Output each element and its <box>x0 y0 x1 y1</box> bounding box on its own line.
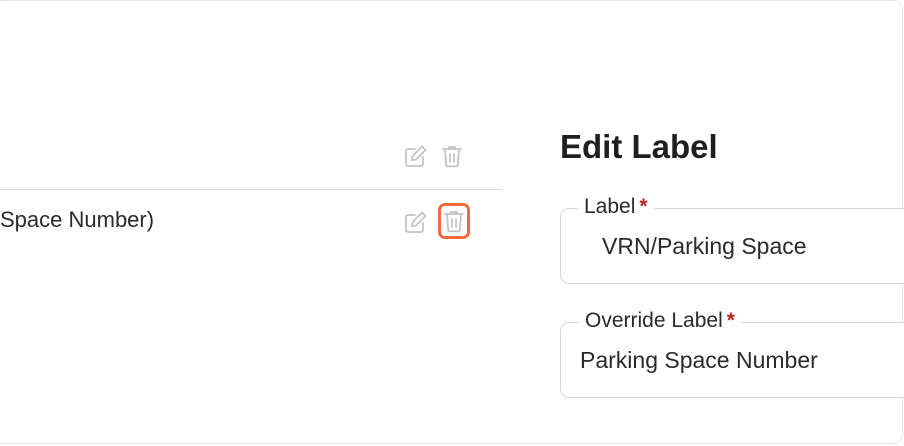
label-field-caption: Label <box>584 195 636 218</box>
override-label-input[interactable]: Parking Space Number <box>580 347 818 374</box>
trash-icon[interactable] <box>438 142 466 170</box>
override-label-field-caption: Override Label <box>585 309 723 332</box>
override-label-field[interactable]: Override Label * Parking Space Number <box>560 309 904 398</box>
edit-icon[interactable] <box>402 208 430 236</box>
label-field[interactable]: Label * VRN/Parking Space <box>560 195 904 284</box>
labels-list: Space Number) <box>0 0 502 446</box>
row-actions <box>402 203 470 239</box>
list-item-label: Space Number) <box>0 207 155 232</box>
override-label-field-legend: Override Label * <box>579 309 741 333</box>
required-mark: * <box>726 309 735 332</box>
panel-title: Edit Label <box>560 128 718 165</box>
row-divider <box>0 189 502 190</box>
trash-icon[interactable] <box>438 203 470 239</box>
edit-icon[interactable] <box>402 142 430 170</box>
required-mark: * <box>639 195 648 218</box>
label-input[interactable]: VRN/Parking Space <box>602 233 807 260</box>
header-actions <box>402 142 466 170</box>
edit-label-panel: Edit Label Label * VRN/Parking Space Over… <box>560 0 904 446</box>
label-field-legend: Label * <box>578 195 654 219</box>
